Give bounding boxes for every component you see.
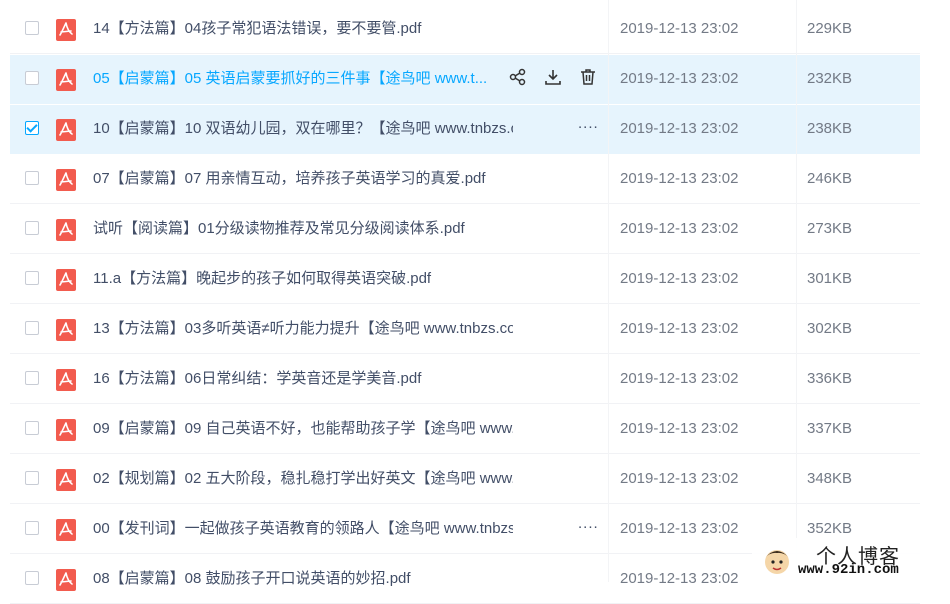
pdf-file-icon: [56, 69, 76, 91]
row-checkbox[interactable]: [25, 271, 39, 285]
file-size: 352KB: [807, 520, 853, 537]
row-checkbox[interactable]: [25, 321, 39, 335]
file-name-link[interactable]: 07【启蒙篇】07 用亲情互动，培养孩子英语学习的真爱.pdf: [93, 169, 513, 189]
modified-date: 2019-12-13 23:02: [620, 470, 739, 487]
file-size: 229KB: [807, 20, 853, 37]
row-actions: [508, 67, 608, 91]
file-size: 238KB: [807, 120, 853, 137]
file-size: 273KB: [807, 220, 853, 237]
pdf-file-icon: [56, 319, 76, 341]
file-name-link[interactable]: 00【发刊词】一起做孩子英语教育的领路人【途鸟吧 www.tnbzs.com】: [93, 519, 513, 539]
pdf-file-icon: [56, 419, 76, 441]
file-size: 302KB: [807, 320, 853, 337]
more-icon[interactable]: ....: [578, 515, 599, 532]
modified-date: 2019-12-13 23:02: [620, 170, 739, 187]
pdf-file-icon: [56, 469, 76, 491]
pdf-file-icon: [56, 219, 76, 241]
file-row[interactable]: 试听【阅读篇】01分级读物推荐及常见分级阅读体系.pdf 2019-12-13 2…: [10, 205, 920, 254]
blog-watermark: 个人博客 www.92in.com: [752, 538, 950, 582]
row-checkbox[interactable]: [25, 171, 39, 185]
file-row[interactable]: 02【规划篇】02 五大阶段，稳扎稳打学出好英文【途鸟吧 www.tnbzs.c…: [10, 455, 920, 504]
modified-date: 2019-12-13 23:02: [620, 320, 739, 337]
file-name-link[interactable]: 11.a【方法篇】晚起步的孩子如何取得英语突破.pdf: [93, 269, 513, 289]
row-checkbox[interactable]: [25, 71, 39, 85]
pdf-file-icon: [56, 269, 76, 291]
modified-date: 2019-12-13 23:02: [620, 570, 739, 587]
row-checkbox[interactable]: [25, 571, 39, 585]
file-name-link[interactable]: 05【启蒙篇】05 英语启蒙要抓好的三件事【途鸟吧 www.t...: [93, 69, 513, 89]
modified-date: 2019-12-13 23:02: [620, 370, 739, 387]
pdf-file-icon: [56, 519, 76, 541]
file-name-link[interactable]: 10【启蒙篇】10 双语幼儿园，双在哪里？【途鸟吧 www.tnbzs.com】: [93, 119, 513, 139]
modified-date: 2019-12-13 23:02: [620, 520, 739, 537]
row-checkbox[interactable]: [25, 121, 39, 135]
share-icon[interactable]: [508, 67, 532, 91]
file-row[interactable]: 09【启蒙篇】09 自己英语不好，也能帮助孩子学【途鸟吧 www.tnbzs.c…: [10, 405, 920, 454]
file-list: 14【方法篇】04孩子常犯语法错误，要不要管.pdf 2019-12-13 23:…: [0, 0, 950, 604]
file-row[interactable]: 14【方法篇】04孩子常犯语法错误，要不要管.pdf 2019-12-13 23:…: [10, 5, 920, 54]
file-size: 232KB: [807, 70, 853, 87]
file-size: 246KB: [807, 170, 853, 187]
file-name-link[interactable]: 14【方法篇】04孩子常犯语法错误，要不要管.pdf: [93, 19, 513, 39]
avatar-cartoon-icon: [765, 550, 789, 574]
modified-date: 2019-12-13 23:02: [620, 20, 739, 37]
file-size: 337KB: [807, 420, 853, 437]
modified-date: 2019-12-13 23:02: [620, 70, 739, 87]
pdf-file-icon: [56, 169, 76, 191]
file-name-link[interactable]: 08【启蒙篇】08 鼓励孩子开口说英语的妙招.pdf: [93, 569, 513, 589]
row-checkbox[interactable]: [25, 221, 39, 235]
delete-icon[interactable]: [578, 67, 602, 91]
file-row[interactable]: 07【启蒙篇】07 用亲情互动，培养孩子英语学习的真爱.pdf 2019-12-1…: [10, 155, 920, 204]
pdf-file-icon: [56, 119, 76, 141]
file-name-link[interactable]: 16【方法篇】06日常纠结：学英音还是学美音.pdf: [93, 369, 513, 389]
row-checkbox[interactable]: [25, 521, 39, 535]
modified-date: 2019-12-13 23:02: [620, 120, 739, 137]
file-name-link[interactable]: 09【启蒙篇】09 自己英语不好，也能帮助孩子学【途鸟吧 www.tnbzs.c…: [93, 419, 513, 439]
file-row[interactable]: 13【方法篇】03多听英语≠听力能力提升【途鸟吧 www.tnbzs.com】.…: [10, 305, 920, 354]
file-row[interactable]: 10【启蒙篇】10 双语幼儿园，双在哪里？【途鸟吧 www.tnbzs.com】…: [10, 105, 920, 154]
watermark-url: www.92in.com: [798, 562, 899, 578]
file-row[interactable]: 11.a【方法篇】晚起步的孩子如何取得英语突破.pdf 2019-12-13 23…: [10, 255, 920, 304]
row-checkbox[interactable]: [25, 21, 39, 35]
row-checkbox[interactable]: [25, 371, 39, 385]
file-row[interactable]: 05【启蒙篇】05 英语启蒙要抓好的三件事【途鸟吧 www.t... 2019-1…: [10, 55, 920, 104]
file-name-link[interactable]: 试听【阅读篇】01分级读物推荐及常见分级阅读体系.pdf: [93, 219, 513, 239]
file-size: 348KB: [807, 470, 853, 487]
file-size: 336KB: [807, 370, 853, 387]
column-divider-date: [608, 0, 609, 582]
pdf-file-icon: [56, 369, 76, 391]
modified-date: 2019-12-13 23:02: [620, 420, 739, 437]
column-divider-size: [796, 0, 797, 582]
pdf-file-icon: [56, 19, 76, 41]
file-size: 301KB: [807, 270, 853, 287]
row-checkbox[interactable]: [25, 471, 39, 485]
modified-date: 2019-12-13 23:02: [620, 220, 739, 237]
more-icon[interactable]: ....: [578, 115, 599, 132]
pdf-file-icon: [56, 569, 76, 591]
modified-date: 2019-12-13 23:02: [620, 270, 739, 287]
file-name-link[interactable]: 02【规划篇】02 五大阶段，稳扎稳打学出好英文【途鸟吧 www.tnbzs.c…: [93, 469, 513, 489]
file-name-link[interactable]: 13【方法篇】03多听英语≠听力能力提升【途鸟吧 www.tnbzs.com】.…: [93, 319, 513, 339]
file-row[interactable]: 16【方法篇】06日常纠结：学英音还是学美音.pdf 2019-12-13 23:…: [10, 355, 920, 404]
row-checkbox[interactable]: [25, 421, 39, 435]
download-icon[interactable]: [543, 67, 567, 91]
